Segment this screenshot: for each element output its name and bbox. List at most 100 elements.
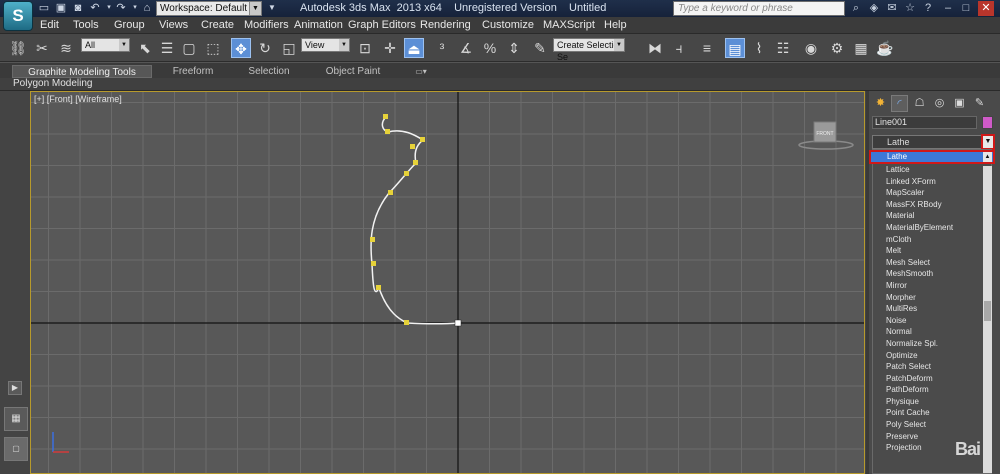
render-production-icon[interactable]: ☕ xyxy=(875,38,895,58)
motion-tab-icon[interactable]: ◎ xyxy=(931,95,948,112)
bind-space-warp-icon[interactable]: ≋ xyxy=(56,38,76,58)
modifier-dropdown-list[interactable]: Lattice Linked XForm MapScaler MassFX RBody… xyxy=(872,149,992,474)
utilities-tab-icon[interactable]: ✎ xyxy=(971,95,988,112)
search-icon[interactable]: ⌕ xyxy=(848,1,864,16)
modifier-list-item[interactable]: MultiRes xyxy=(873,303,991,315)
menu-animation[interactable]: Animation xyxy=(294,19,343,31)
selection-filter-select[interactable]: All ▼ xyxy=(81,38,130,52)
rendered-frame-window-icon[interactable]: ▦ xyxy=(851,38,871,58)
keyboard-shortcut-override-icon[interactable]: ⏏ xyxy=(404,38,424,58)
modifier-list-item[interactable]: Normalize Spl. xyxy=(873,338,991,350)
snaps-toggle-icon[interactable]: ³ xyxy=(432,38,452,58)
menu-help[interactable]: Help xyxy=(604,19,627,31)
select-and-move-icon[interactable]: ✥ xyxy=(231,38,251,58)
close-icon[interactable]: ✕ xyxy=(978,1,994,16)
modifier-list-item[interactable]: Normal xyxy=(873,326,991,338)
modify-tab-icon[interactable]: ◜ xyxy=(891,95,908,112)
menu-views[interactable]: Views xyxy=(159,19,188,31)
select-manipulate-icon[interactable]: ✛ xyxy=(380,38,400,58)
communication-icon[interactable]: ✉ xyxy=(884,1,900,16)
modifier-list-item[interactable]: MassFX RBody xyxy=(873,199,991,211)
modifier-list-item[interactable]: Mesh Select xyxy=(873,257,991,269)
viewport-layout-single-icon[interactable]: ▢ xyxy=(4,437,28,461)
viewport-front[interactable]: [+] [Front] [Wireframe] FRONT xyxy=(30,91,865,474)
tab-graphite-modeling-tools[interactable]: Graphite Modeling Tools xyxy=(12,65,152,78)
viewport-label[interactable]: [+] [Front] [Wireframe] xyxy=(34,94,122,104)
modifier-list-item[interactable]: Mirror xyxy=(873,280,991,292)
tab-freeform[interactable]: Freeform xyxy=(163,65,223,78)
app-logo-button[interactable]: S xyxy=(3,1,33,31)
workspace-select[interactable]: Workspace: Default ▼ xyxy=(156,1,262,16)
render-setup-icon[interactable]: ⚙ xyxy=(827,38,847,58)
modifier-list-dropdown-button[interactable]: ▼ xyxy=(981,134,995,150)
maximize-icon[interactable]: □ xyxy=(958,1,974,16)
object-color-swatch[interactable] xyxy=(982,116,993,129)
modifier-list-item[interactable]: Optimize xyxy=(873,350,991,362)
help-search-input[interactable]: Type a keyword or phrase xyxy=(673,1,845,16)
modifier-item-selected[interactable]: Lathe ▲ xyxy=(869,150,995,164)
modifier-list-item[interactable]: Lattice xyxy=(873,164,991,176)
create-tab-icon[interactable]: ✸ xyxy=(872,95,889,112)
menu-rendering[interactable]: Rendering xyxy=(420,19,471,31)
ribbon-panel-label[interactable]: Polygon Modeling xyxy=(13,78,93,89)
menu-customize[interactable]: Customize xyxy=(482,19,534,31)
undo-icon[interactable]: ↶ xyxy=(88,1,102,15)
modifier-list-item[interactable]: MaterialByElement xyxy=(873,222,991,234)
viewport-canvas[interactable]: FRONT xyxy=(31,92,865,474)
modifier-list-item[interactable]: mCloth xyxy=(873,234,991,246)
graphite-toggle-icon[interactable]: ▤ xyxy=(725,38,745,58)
modifier-list-item[interactable]: Material xyxy=(873,210,991,222)
menu-modifiers[interactable]: Modifiers xyxy=(244,19,289,31)
modifier-list-item[interactable]: Physique xyxy=(873,396,991,408)
menu-graph-editors[interactable]: Graph Editors xyxy=(348,19,416,31)
modifier-list-item[interactable]: Noise xyxy=(873,315,991,327)
favorites-icon[interactable]: ☆ xyxy=(902,1,918,16)
new-icon[interactable]: ▭ xyxy=(37,1,51,15)
rectangular-selection-icon[interactable]: ▢ xyxy=(179,38,199,58)
modifier-list-item[interactable]: Linked XForm xyxy=(873,176,991,188)
redo-icon[interactable]: ↷ xyxy=(114,1,128,15)
project-folder-icon[interactable]: ⌂ xyxy=(140,1,154,15)
modifier-list-item[interactable]: PathDeform xyxy=(873,384,991,396)
hierarchy-tab-icon[interactable]: ☖ xyxy=(911,95,928,112)
tab-selection[interactable]: Selection xyxy=(240,65,298,78)
modifier-list-item[interactable]: Poly Select xyxy=(873,419,991,431)
modifier-list-item[interactable]: Morpher xyxy=(873,292,991,304)
angle-snap-icon[interactable]: ∡ xyxy=(456,38,476,58)
object-name-field[interactable]: Line001 xyxy=(872,116,977,129)
ribbon-options-icon[interactable]: ▭▾ xyxy=(410,65,432,78)
viewcube[interactable]: FRONT xyxy=(798,121,854,150)
select-and-scale-icon[interactable]: ◱ xyxy=(279,38,299,58)
scroll-up-icon[interactable]: ▲ xyxy=(983,152,992,162)
edit-named-selection-icon[interactable]: ✎ xyxy=(530,38,550,58)
display-tab-icon[interactable]: ▣ xyxy=(951,95,968,112)
modifier-list-item[interactable]: MapScaler xyxy=(873,187,991,199)
expand-panel-icon[interactable]: ▶ xyxy=(8,381,22,395)
modifier-list-item[interactable]: Patch Select xyxy=(873,361,991,373)
window-crossing-icon[interactable]: ⬚ xyxy=(203,38,223,58)
save-icon[interactable]: ◙ xyxy=(71,1,85,15)
minimize-icon[interactable]: – xyxy=(940,1,956,16)
modifier-list-item[interactable]: Melt xyxy=(873,245,991,257)
mirror-icon[interactable]: ⧓ xyxy=(645,38,665,58)
pivot-center-icon[interactable]: ⊡ xyxy=(355,38,375,58)
menu-maxscript[interactable]: MAXScript xyxy=(543,19,595,31)
open-icon[interactable]: ▣ xyxy=(54,1,68,15)
schematic-view-icon[interactable]: ☷ xyxy=(773,38,793,58)
viewport-layout-icon[interactable]: ▦ xyxy=(4,407,28,431)
select-and-rotate-icon[interactable]: ↻ xyxy=(255,38,275,58)
select-object-icon[interactable]: ⬉ xyxy=(135,38,155,58)
align-icon[interactable]: ⫞ xyxy=(669,38,689,58)
unlink-icon[interactable]: ✂ xyxy=(32,38,52,58)
qa-options-icon[interactable]: ▼ xyxy=(265,1,279,15)
reference-coordinate-select[interactable]: View ▼ xyxy=(301,38,350,52)
layer-manager-icon[interactable]: ≡ xyxy=(697,38,717,58)
menu-create[interactable]: Create xyxy=(201,19,234,31)
modifier-list-combo[interactable]: Lathe xyxy=(872,135,982,149)
menu-tools[interactable]: Tools xyxy=(73,19,99,31)
help-icon[interactable]: ? xyxy=(920,1,936,16)
curve-editor-icon[interactable]: ⌇ xyxy=(749,38,769,58)
modifier-list-scroll-thumb[interactable] xyxy=(984,301,991,321)
select-by-name-icon[interactable]: ☰ xyxy=(157,38,177,58)
modifier-list-item[interactable]: PatchDeform xyxy=(873,373,991,385)
